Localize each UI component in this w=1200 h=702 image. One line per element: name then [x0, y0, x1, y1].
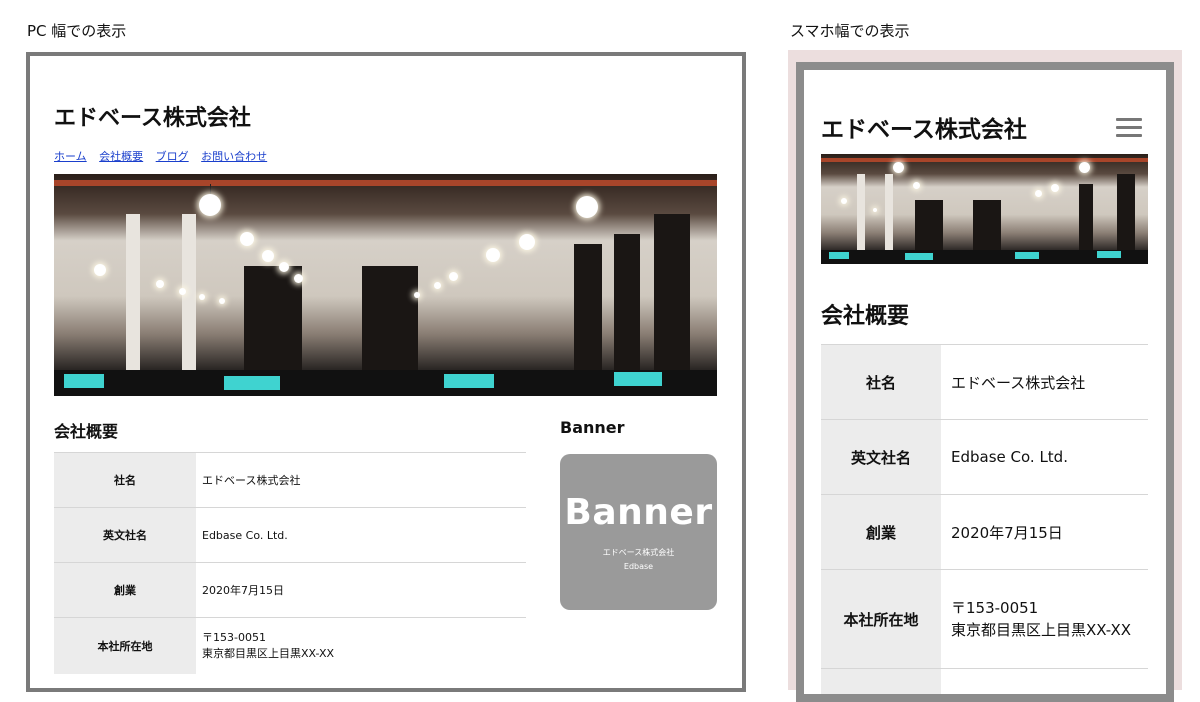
nav-link-blog[interactable]: ブログ	[156, 150, 189, 163]
table-row: 創業 2020年7月15日	[821, 495, 1148, 570]
table-row	[821, 669, 1148, 702]
site-title: エドベース株式会社	[821, 110, 1027, 144]
table-row: 社名 エドベース株式会社	[54, 453, 526, 508]
company-info-table: 社名 エドベース株式会社 英文社名 Edbase Co. Ltd. 創業 202…	[54, 452, 526, 674]
site-title: エドベース株式会社	[54, 100, 251, 132]
nav-link-about[interactable]: 会社概要	[99, 150, 143, 163]
table-value: 〒153-0051 東京都目黒区上目黒XX-XX	[196, 618, 526, 675]
hero-image	[54, 174, 717, 396]
smartphone-preview-frame: エドベース株式会社 会社概要 社名 エドベース株式会社 英文社名 Edbase …	[796, 62, 1174, 702]
banner-link[interactable]: Banner エドベース株式会社 Edbase	[560, 454, 717, 610]
table-value: 〒153-0051 東京都目黒区上目黒XX-XX	[941, 570, 1148, 669]
table-label: 本社所在地	[821, 570, 941, 669]
table-label: 社名	[821, 345, 941, 420]
table-row: 本社所在地 〒153-0051 東京都目黒区上目黒XX-XX	[54, 618, 526, 675]
table-value: エドベース株式会社	[941, 345, 1148, 420]
table-row: 創業 2020年7月15日	[54, 563, 526, 618]
table-label: 創業	[821, 495, 941, 570]
hero-image	[821, 154, 1148, 264]
table-row: 英文社名 Edbase Co. Ltd.	[821, 420, 1148, 495]
address: 東京都目黒区上目黒XX-XX	[951, 619, 1147, 641]
table-value: Edbase Co. Ltd.	[196, 508, 526, 563]
global-nav: ホーム 会社概要 ブログ お問い合わせ	[54, 148, 276, 164]
table-label: 創業	[54, 563, 196, 618]
table-row: 英文社名 Edbase Co. Ltd.	[54, 508, 526, 563]
nav-link-home[interactable]: ホーム	[54, 150, 87, 163]
postal-code: 〒153-0051	[202, 630, 525, 646]
table-value: 2020年7月15日	[941, 495, 1148, 570]
pc-view-caption: PC 幅での表示	[27, 20, 126, 41]
table-value: Edbase Co. Ltd.	[941, 420, 1148, 495]
address: 東京都目黒区上目黒XX-XX	[202, 646, 525, 662]
table-row: 社名 エドベース株式会社	[821, 345, 1148, 420]
nav-link-contact[interactable]: お問い合わせ	[201, 150, 267, 163]
banner-title: Banner	[560, 492, 717, 533]
table-value: エドベース株式会社	[196, 453, 526, 508]
table-label: 社名	[54, 453, 196, 508]
banner-company: エドベース株式会社	[560, 547, 717, 558]
table-row: 本社所在地 〒153-0051 東京都目黒区上目黒XX-XX	[821, 570, 1148, 669]
section-title: 会社概要	[54, 418, 118, 442]
postal-code: 〒153-0051	[951, 597, 1147, 619]
company-info-table: 社名 エドベース株式会社 英文社名 Edbase Co. Ltd. 創業 202…	[821, 344, 1148, 702]
table-label: 英文社名	[821, 420, 941, 495]
table-value: 2020年7月15日	[196, 563, 526, 618]
table-label: 英文社名	[54, 508, 196, 563]
sidebar-heading: Banner	[560, 418, 625, 437]
banner-company-en: Edbase	[560, 562, 717, 571]
table-label: 本社所在地	[54, 618, 196, 675]
hamburger-menu-icon[interactable]	[1116, 118, 1142, 138]
smartphone-view-caption: スマホ幅での表示	[790, 20, 910, 41]
section-title: 会社概要	[821, 298, 909, 330]
pc-preview-frame: エドベース株式会社 ホーム 会社概要 ブログ お問い合わせ	[26, 52, 746, 692]
